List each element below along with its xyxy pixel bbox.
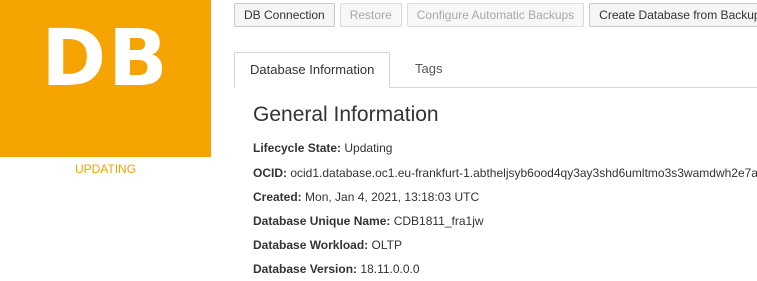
info-value: Mon, Jan 4, 2021, 13:18:03 UTC <box>305 190 480 204</box>
info-row-version: Database Version: 18.11.0.0.0 <box>253 262 420 276</box>
info-label: Database Version: <box>253 262 358 276</box>
restore-button[interactable]: Restore <box>339 3 402 27</box>
info-label: Lifecycle State: <box>253 141 342 155</box>
info-value: 18.11.0.0.0 <box>360 262 420 276</box>
general-information-heading: General Information <box>253 103 439 126</box>
info-row-created: Created: Mon, Jan 4, 2021, 13:18:03 UTC <box>253 190 479 204</box>
info-value: ocid1.database.oc1.eu-frankfurt-1.abthel… <box>290 166 757 180</box>
database-logo-text: DB <box>41 14 170 104</box>
db-connection-button[interactable]: DB Connection <box>234 3 335 27</box>
configure-automatic-backups-button[interactable]: Configure Automatic Backups <box>406 3 585 27</box>
info-value: Updating <box>344 141 393 155</box>
create-database-from-backup-button[interactable]: Create Database from Backup <box>589 3 757 27</box>
database-icon-tile: DB <box>0 0 211 157</box>
info-label: OCID: <box>253 166 287 180</box>
info-row-unique-name: Database Unique Name: CDB1811_fra1jw <box>253 214 484 228</box>
info-value: CDB1811_fra1jw <box>393 214 484 228</box>
info-label: Created: <box>253 190 302 204</box>
tab-tags[interactable]: Tags <box>400 52 457 87</box>
info-row-workload: Database Workload: OLTP <box>253 238 402 252</box>
info-row-ocid: OCID: ocid1.database.oc1.eu-frankfurt-1.… <box>253 166 757 180</box>
info-value: OLTP <box>371 238 402 252</box>
info-row-lifecycle-state: Lifecycle State: Updating <box>253 141 392 155</box>
info-label: Database Workload: <box>253 238 369 252</box>
action-toolbar: DB Connection Restore Configure Automati… <box>234 3 757 27</box>
lifecycle-status-label: UPDATING <box>74 162 137 176</box>
tab-database-information[interactable]: Database Information <box>234 52 391 88</box>
detail-tabs: Database Information Tags <box>234 52 757 88</box>
info-label: Database Unique Name: <box>253 214 391 228</box>
